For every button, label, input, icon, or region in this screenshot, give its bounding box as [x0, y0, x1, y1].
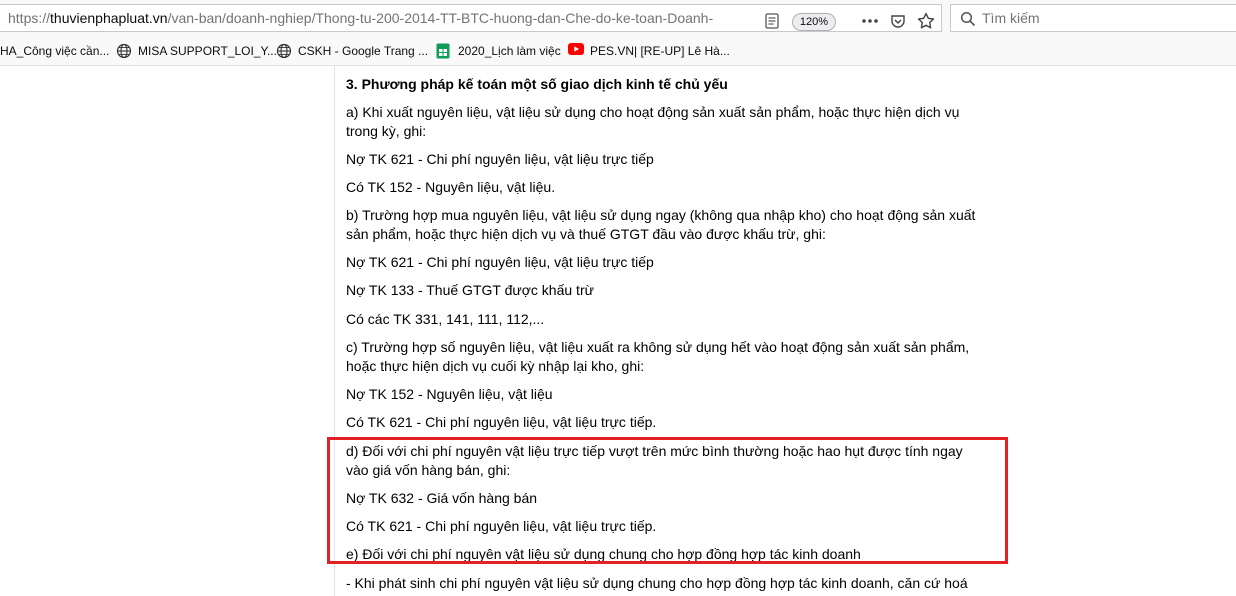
paragraph: Nợ TK 621 - Chi phí nguyên liệu, vật liệ… — [346, 151, 654, 167]
bookmarks-toolbar: HA_Công việc cần... MISA SUPPORT_LOI_Y..… — [0, 36, 1236, 66]
url-text[interactable]: https://thuvienphapluat.vn/van-ban/doanh… — [8, 10, 753, 26]
paragraph: Nợ TK 133 - Thuế GTGT được khấu trừ — [346, 282, 594, 298]
paragraph: - Khi phát sinh chi phí nguyên vật liệu … — [346, 575, 968, 591]
bookmark-star-icon[interactable] — [915, 11, 937, 31]
page-actions-icon[interactable] — [858, 11, 882, 31]
search-box[interactable]: Tìm kiếm — [950, 4, 1236, 32]
globe-icon — [276, 43, 292, 59]
bookmark-item[interactable]: CSKH - Google Trang ... — [276, 42, 428, 60]
search-icon — [960, 11, 976, 27]
browser-toolbar: https://thuvienphapluat.vn/van-ban/doanh… — [0, 0, 1236, 36]
youtube-icon — [568, 43, 584, 59]
paragraph: Nợ TK 621 - Chi phí nguyên liệu, vật liệ… — [346, 254, 654, 270]
bookmark-label: 2020_Lịch làm việc — [458, 44, 561, 58]
paragraph: a) Khi xuất nguyên liệu, vật liệu sử dụn… — [346, 104, 960, 139]
bookmark-item[interactable]: HA_Công việc cần... — [0, 42, 109, 60]
url-host: thuvienphapluat.vn — [50, 10, 168, 26]
reader-view-icon[interactable] — [762, 11, 782, 31]
url-path: /van-ban/doanh-nghiep/Thong-tu-200-2014-… — [167, 10, 714, 26]
url-prefix: https:// — [8, 10, 51, 26]
bookmark-item[interactable]: MISA SUPPORT_LOI_Y... — [116, 42, 277, 60]
address-bar[interactable]: https://thuvienphapluat.vn/van-ban/doanh… — [0, 4, 942, 32]
section-heading: 3. Phương pháp kế toán một số giao dịch … — [346, 76, 728, 92]
paragraph: c) Trường hợp số nguyên liệu, vật liệu x… — [346, 339, 970, 374]
bookmark-item[interactable]: 2020_Lịch làm việc — [436, 42, 561, 60]
bookmark-label: PES.VN| [RE-UP] Lê Hà... — [590, 44, 730, 58]
bookmark-item[interactable]: PES.VN| [RE-UP] Lê Hà... — [568, 42, 730, 60]
bookmark-label: CSKH - Google Trang ... — [298, 44, 429, 58]
pocket-icon[interactable] — [888, 11, 908, 31]
paragraph: Có các TK 331, 141, 111, 112,... — [346, 311, 545, 327]
paragraph: Nợ TK 152 - Nguyên liệu, vật liệu — [346, 386, 553, 402]
paragraph: Có TK 621 - Chi phí nguyên liệu, vật liệ… — [346, 414, 657, 430]
search-placeholder: Tìm kiếm — [982, 10, 1040, 26]
sheets-icon — [436, 43, 452, 59]
bookmark-label: HA_Công việc cần... — [0, 44, 110, 58]
zoom-indicator[interactable]: 120% — [792, 13, 836, 31]
highlight-box — [327, 437, 1008, 564]
bookmark-label: MISA SUPPORT_LOI_Y... — [138, 44, 277, 58]
paragraph: Có TK 152 - Nguyên liệu, vật liệu. — [346, 179, 556, 195]
globe-icon — [116, 43, 132, 59]
paragraph: b) Trường hợp mua nguyên liệu, vật liệu … — [346, 207, 976, 242]
